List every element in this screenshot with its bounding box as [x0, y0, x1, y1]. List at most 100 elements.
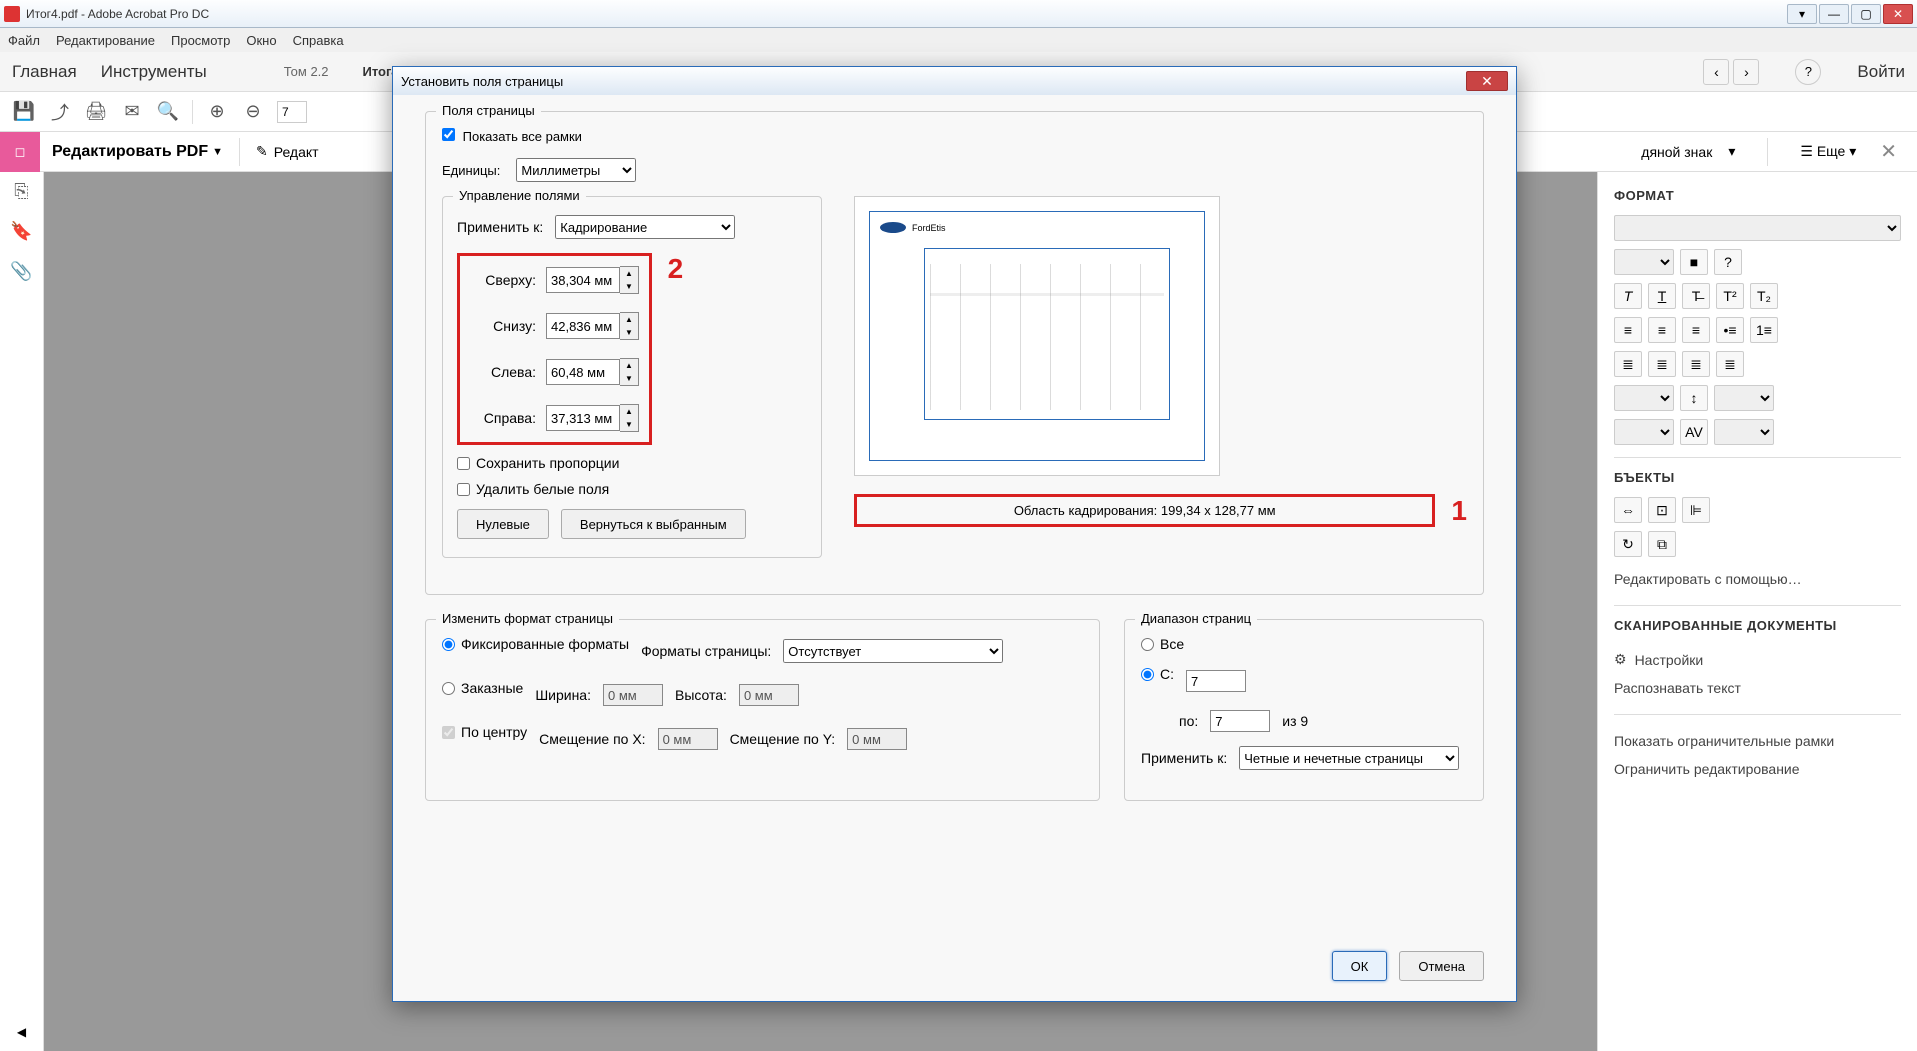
align-left-icon[interactable]: ≡ — [1614, 317, 1642, 343]
kern-select[interactable] — [1614, 419, 1674, 445]
rotate-icon[interactable]: ↻ — [1614, 531, 1642, 557]
apply-to-select[interactable]: Кадрирование — [555, 215, 735, 239]
color-btn[interactable]: ■ — [1680, 249, 1708, 275]
menu-window[interactable]: Окно — [246, 33, 276, 48]
menu-edit[interactable]: Редактирование — [56, 33, 155, 48]
right-input[interactable] — [546, 405, 620, 431]
attachment-icon[interactable]: 📎 — [11, 260, 33, 282]
align-right-icon[interactable]: ≡ — [1682, 317, 1710, 343]
from-input[interactable] — [1186, 670, 1246, 692]
size-select[interactable] — [1614, 249, 1674, 275]
watermark-button[interactable]: дяной знак — [1641, 144, 1712, 160]
close-panel-icon[interactable]: ✕ — [1872, 139, 1905, 164]
save-icon[interactable]: 💾 — [12, 100, 36, 124]
center-checkbox[interactable]: По центру — [442, 724, 527, 740]
print-icon[interactable]: 🖨 — [84, 100, 108, 124]
top-up-icon[interactable]: ▲ — [620, 267, 638, 280]
edit-with-link[interactable]: Редактировать с помощью… — [1614, 565, 1901, 593]
offset-x-input[interactable] — [658, 728, 718, 750]
top-input[interactable] — [546, 267, 620, 293]
super-icon[interactable]: T² — [1716, 283, 1744, 309]
edit-pdf-icon[interactable]: ◻ — [0, 132, 40, 172]
underline-icon[interactable]: T — [1648, 283, 1676, 309]
menu-help[interactable]: Справка — [293, 33, 344, 48]
tab-next-icon[interactable]: › — [1733, 59, 1759, 85]
line-height-icon[interactable]: ↕ — [1680, 385, 1708, 411]
tab-home[interactable]: Главная — [12, 62, 77, 82]
more-button[interactable]: ☰ Еще ▾ — [1800, 143, 1856, 160]
strike-icon[interactable]: T̶ — [1682, 283, 1710, 309]
restrict-link[interactable]: Ограничить редактирование — [1614, 755, 1901, 783]
crop-icon[interactable]: ⊡ — [1648, 497, 1676, 523]
cs-select[interactable] — [1714, 419, 1774, 445]
lh-select[interactable] — [1714, 385, 1774, 411]
height-input[interactable] — [739, 684, 799, 706]
align-center-icon[interactable]: ≡ — [1648, 317, 1676, 343]
minimize-icon[interactable]: — — [1819, 4, 1849, 24]
italic-icon[interactable]: T — [1614, 283, 1642, 309]
just-right-icon[interactable]: ≣ — [1682, 351, 1710, 377]
to-input[interactable] — [1210, 710, 1270, 732]
page-input[interactable] — [277, 101, 307, 123]
bullet-icon[interactable]: •≡ — [1716, 317, 1744, 343]
menu-file[interactable]: Файл — [8, 33, 40, 48]
left-down-icon[interactable]: ▼ — [620, 372, 638, 385]
close-icon[interactable]: ✕ — [1883, 4, 1913, 24]
minimize-sub-icon[interactable]: ▾ — [1787, 4, 1817, 24]
export-icon[interactable]: ⤴ — [48, 100, 72, 124]
revert-button[interactable]: Вернуться к выбранным — [561, 509, 746, 539]
custom-radio[interactable]: Заказные — [442, 680, 523, 696]
font-select[interactable] — [1614, 215, 1901, 241]
just-center-icon[interactable]: ≣ — [1648, 351, 1676, 377]
chevron-down-icon[interactable]: ▼ — [212, 146, 223, 158]
keep-prop-checkbox[interactable] — [457, 457, 470, 470]
just-full-icon[interactable]: ≣ — [1716, 351, 1744, 377]
spacing-select[interactable] — [1614, 385, 1674, 411]
page-down-icon[interactable]: ⊖ — [241, 100, 265, 124]
doc-tab-1[interactable]: Том 2.2 — [271, 59, 342, 84]
arrange-icon[interactable]: ⧉ — [1648, 531, 1676, 557]
settings-link[interactable]: ⚙Настройки — [1614, 645, 1901, 674]
tab-tools[interactable]: Инструменты — [101, 62, 207, 82]
left-input[interactable] — [546, 359, 620, 385]
cancel-button[interactable]: Отмена — [1399, 951, 1484, 981]
login-button[interactable]: Войти — [1857, 62, 1905, 82]
edit-text-button[interactable]: ✎ Редакт — [256, 143, 319, 160]
pages-icon[interactable]: ⎘ — [11, 180, 33, 202]
left-up-icon[interactable]: ▲ — [620, 359, 638, 372]
bottom-up-icon[interactable]: ▲ — [620, 313, 638, 326]
remove-white-checkbox[interactable] — [457, 483, 470, 496]
char-space-icon[interactable]: AV — [1680, 419, 1708, 445]
bookmark-icon[interactable]: 🔖 — [11, 220, 33, 242]
help-icon[interactable]: ? — [1795, 59, 1821, 85]
zero-button[interactable]: Нулевые — [457, 509, 549, 539]
bottom-input[interactable] — [546, 313, 620, 339]
help-fmt-icon[interactable]: ? — [1714, 249, 1742, 275]
recognize-link[interactable]: Распознавать текст — [1614, 674, 1901, 702]
sub-icon[interactable]: T₂ — [1750, 283, 1778, 309]
page-formats-select[interactable]: Отсутствует — [783, 639, 1003, 663]
from-radio[interactable]: С: — [1141, 666, 1174, 682]
mail-icon[interactable]: ✉ — [120, 100, 144, 124]
top-down-icon[interactable]: ▼ — [620, 280, 638, 293]
bottom-down-icon[interactable]: ▼ — [620, 326, 638, 339]
page-up-icon[interactable]: ⊕ — [205, 100, 229, 124]
all-radio[interactable] — [1141, 638, 1154, 651]
menu-view[interactable]: Просмотр — [171, 33, 230, 48]
collapse-rail-icon[interactable]: ◀ — [17, 1025, 26, 1039]
right-up-icon[interactable]: ▲ — [620, 405, 638, 418]
apply-pages-select[interactable]: Четные и нечетные страницы — [1239, 746, 1459, 770]
search-icon[interactable]: 🔍 — [156, 100, 180, 124]
dialog-close-icon[interactable]: ✕ — [1466, 71, 1508, 91]
tab-prev-icon[interactable]: ‹ — [1703, 59, 1729, 85]
right-down-icon[interactable]: ▼ — [620, 418, 638, 431]
show-bounds-link[interactable]: Показать ограничительные рамки — [1614, 727, 1901, 755]
show-all-checkbox[interactable]: Показать все рамки — [442, 128, 582, 144]
maximize-icon[interactable]: ▢ — [1851, 4, 1881, 24]
just-left-icon[interactable]: ≣ — [1614, 351, 1642, 377]
width-input[interactable] — [603, 684, 663, 706]
fixed-radio[interactable]: Фиксированные форматы — [442, 636, 629, 652]
ok-button[interactable]: ОК — [1332, 951, 1388, 981]
units-select[interactable]: Миллиметры — [516, 158, 636, 182]
number-icon[interactable]: 1≡ — [1750, 317, 1778, 343]
